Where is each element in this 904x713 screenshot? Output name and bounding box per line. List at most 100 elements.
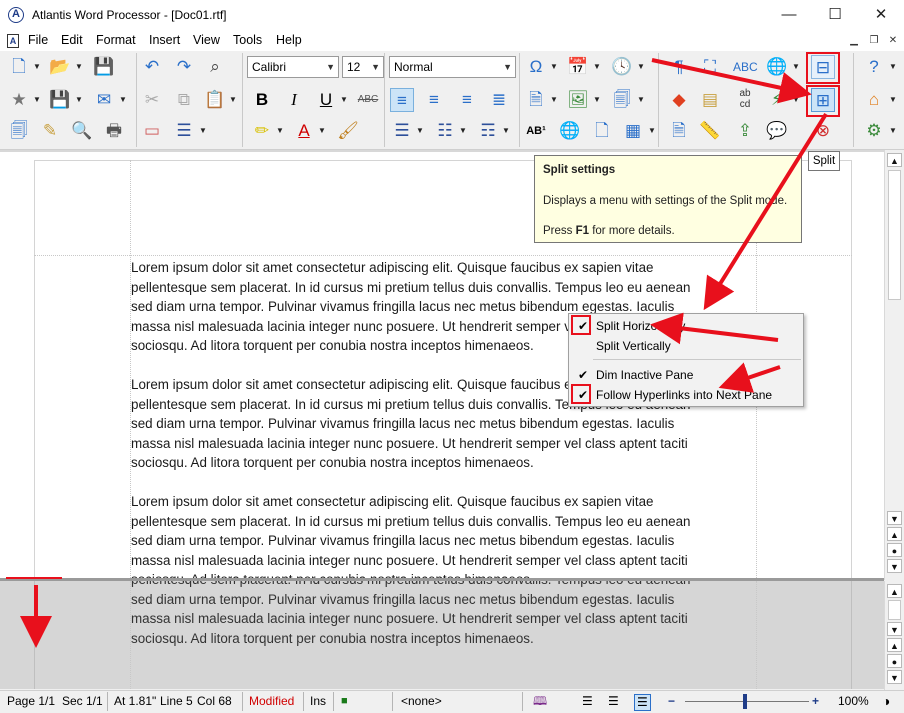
next-page-button[interactable]: ▼ [887, 670, 902, 684]
close-button[interactable]: ✕ [858, 0, 904, 30]
scroll-down-button[interactable]: ▼ [887, 511, 902, 525]
show-formatting-icon[interactable]: ¶ [667, 55, 691, 79]
insert-picture-icon[interactable]: 🖼 [566, 88, 590, 112]
superscript-icon[interactable]: AB¹ [524, 119, 548, 143]
font-color-icon[interactable]: A [292, 119, 316, 143]
copy-icon[interactable]: ⧉ [172, 88, 196, 112]
status-insert-mode[interactable]: Ins [310, 694, 326, 709]
close-split-icon[interactable]: ⊗ [811, 119, 835, 143]
page-setup-icon[interactable]: 🗎 [667, 119, 691, 143]
browse-object-button[interactable]: ● [887, 654, 902, 668]
book-view-icon[interactable]: 🕮 [533, 694, 547, 709]
scroll-up-button[interactable]: ▲ [887, 153, 902, 167]
paste-dropdown-arrow[interactable]: ▼ [229, 88, 237, 112]
insert-date-icon[interactable]: 📅 [566, 55, 590, 79]
full-screen-icon[interactable]: ⛶ [698, 55, 722, 79]
cut-scissors-icon[interactable]: ✂ [140, 88, 164, 112]
previous-page-button[interactable]: ▲ [887, 527, 902, 541]
maximize-button[interactable]: ☐ [812, 0, 858, 30]
favorites-star-icon[interactable]: ★ [7, 88, 31, 112]
highlight-dropdown-arrow[interactable]: ▼ [276, 119, 284, 143]
highlight-pen-icon[interactable]: ✏ [250, 119, 274, 143]
menu-help[interactable]: Help [276, 33, 302, 47]
document-properties-icon[interactable]: 🗐 [610, 88, 634, 112]
autocorrect-icon[interactable]: ab cd [733, 88, 757, 112]
print-icon[interactable]: 🖶 [102, 119, 126, 143]
bullets-icon[interactable]: ☰ [390, 119, 414, 143]
eraser-icon[interactable]: ▭ [140, 119, 164, 143]
picture-dropdown-arrow[interactable]: ▼ [593, 88, 601, 112]
scroll-up-button[interactable]: ▲ [887, 584, 902, 598]
strikethrough-icon[interactable]: ABC [356, 88, 380, 112]
italic-icon[interactable]: I [282, 88, 306, 112]
page-view-icon[interactable]: ☰ [634, 694, 651, 711]
menu-edit[interactable]: Edit [61, 33, 83, 47]
contrast-icon[interactable]: ◑ [882, 694, 890, 709]
page-icon[interactable]: 🗎 [524, 88, 548, 112]
zoom-out-button[interactable]: − [668, 694, 675, 709]
next-page-button[interactable]: ▼ [887, 559, 902, 573]
scroll-down-button[interactable]: ▼ [887, 622, 902, 636]
open-folder-icon[interactable]: 📂 [48, 55, 72, 79]
normal-view-icon[interactable]: ☰ [582, 694, 593, 709]
document-icon[interactable]: A [7, 34, 19, 48]
properties-dropdown-arrow[interactable]: ▼ [637, 88, 645, 112]
new-document-icon[interactable]: 🗋 [7, 55, 31, 79]
align-left-icon[interactable]: ≡ [390, 88, 414, 112]
menu-item-dim-inactive-pane[interactable]: ✔ Dim Inactive Pane [571, 365, 801, 385]
paste-icon[interactable]: 📋 [203, 88, 227, 112]
lower-vertical-scrollbar[interactable]: ▲ ▼ ▲ ● ▼ [884, 581, 904, 690]
lightning-icon[interactable]: ⚡ [765, 88, 789, 112]
page-dropdown-arrow[interactable]: ▼ [550, 88, 558, 112]
lines-icon[interactable]: ☰ [172, 119, 196, 143]
ruler-icon[interactable]: 📏 [698, 119, 722, 143]
menu-item-split-vertically[interactable]: Split Vertically [571, 336, 801, 356]
symbol-dropdown-arrow[interactable]: ▼ [550, 55, 558, 79]
chat-icon[interactable]: 💬 [765, 119, 789, 143]
menu-format[interactable]: Format [96, 33, 136, 47]
web-globe-icon[interactable]: 🌐 [765, 55, 789, 79]
zoom-in-button[interactable]: + [812, 694, 819, 709]
home-icon[interactable]: ⌂ [862, 88, 886, 112]
multilevel-list-icon[interactable]: ☶ [476, 119, 500, 143]
redo-icon[interactable]: ↷ [172, 55, 196, 79]
underline-icon[interactable]: U [314, 88, 338, 112]
find-binoculars-icon[interactable]: ⌕ [203, 55, 227, 79]
help-dropdown-arrow[interactable]: ▼ [889, 55, 897, 79]
menu-tools[interactable]: Tools [233, 33, 262, 47]
bold-icon[interactable]: B [250, 88, 274, 112]
minimize-button[interactable]: — [766, 0, 812, 30]
email-icon[interactable]: ✉ [92, 88, 116, 112]
favorites-dropdown-arrow[interactable]: ▼ [33, 88, 41, 112]
undo-icon[interactable]: ↶ [140, 55, 164, 79]
menu-item-split-horizontally[interactable]: ✔ Split Horizontally [571, 316, 801, 336]
bookmark-icon[interactable]: 🗋 [590, 119, 614, 143]
spell-check-icon[interactable]: ABC [733, 55, 758, 79]
print-preview-icon[interactable]: 🗐 [7, 119, 31, 143]
help-question-icon[interactable]: ? [862, 55, 886, 79]
edit-page-icon[interactable]: ✎ [38, 119, 62, 143]
format-brush-icon[interactable]: 🖌 [336, 119, 360, 143]
doc-close-button[interactable]: ✕ [885, 34, 901, 48]
font-color-dropdown-arrow[interactable]: ▼ [318, 119, 326, 143]
browse-object-button[interactable]: ● [887, 543, 902, 557]
lines-dropdown-arrow[interactable]: ▼ [199, 119, 207, 143]
underline-dropdown-arrow[interactable]: ▼ [340, 88, 348, 112]
options-gears-icon[interactable]: ⚙ [862, 119, 886, 143]
insert-time-clock-icon[interactable]: 🕓 [610, 55, 634, 79]
home-dropdown-arrow[interactable]: ▼ [889, 88, 897, 112]
navigator-diamond-icon[interactable]: ◆ [667, 88, 691, 112]
save-icon[interactable]: 💾 [92, 55, 116, 79]
doc-restore-button[interactable]: ❐ [866, 34, 882, 48]
bullets-dropdown-arrow[interactable]: ▼ [416, 119, 424, 143]
align-right-icon[interactable]: ≡ [455, 88, 479, 112]
insert-table-icon[interactable]: ▦ [621, 119, 645, 143]
lightning-dropdown-arrow[interactable]: ▼ [792, 88, 800, 112]
scroll-thumb[interactable] [888, 170, 901, 300]
time-dropdown-arrow[interactable]: ▼ [637, 55, 645, 79]
new-dropdown-arrow[interactable]: ▼ [33, 55, 41, 79]
menu-insert[interactable]: Insert [149, 33, 180, 47]
web-view-icon[interactable]: ☰ [608, 694, 619, 709]
save-as-icon[interactable]: 💾 [48, 88, 72, 112]
font-size-select[interactable]: 12 ▼ [342, 56, 384, 78]
